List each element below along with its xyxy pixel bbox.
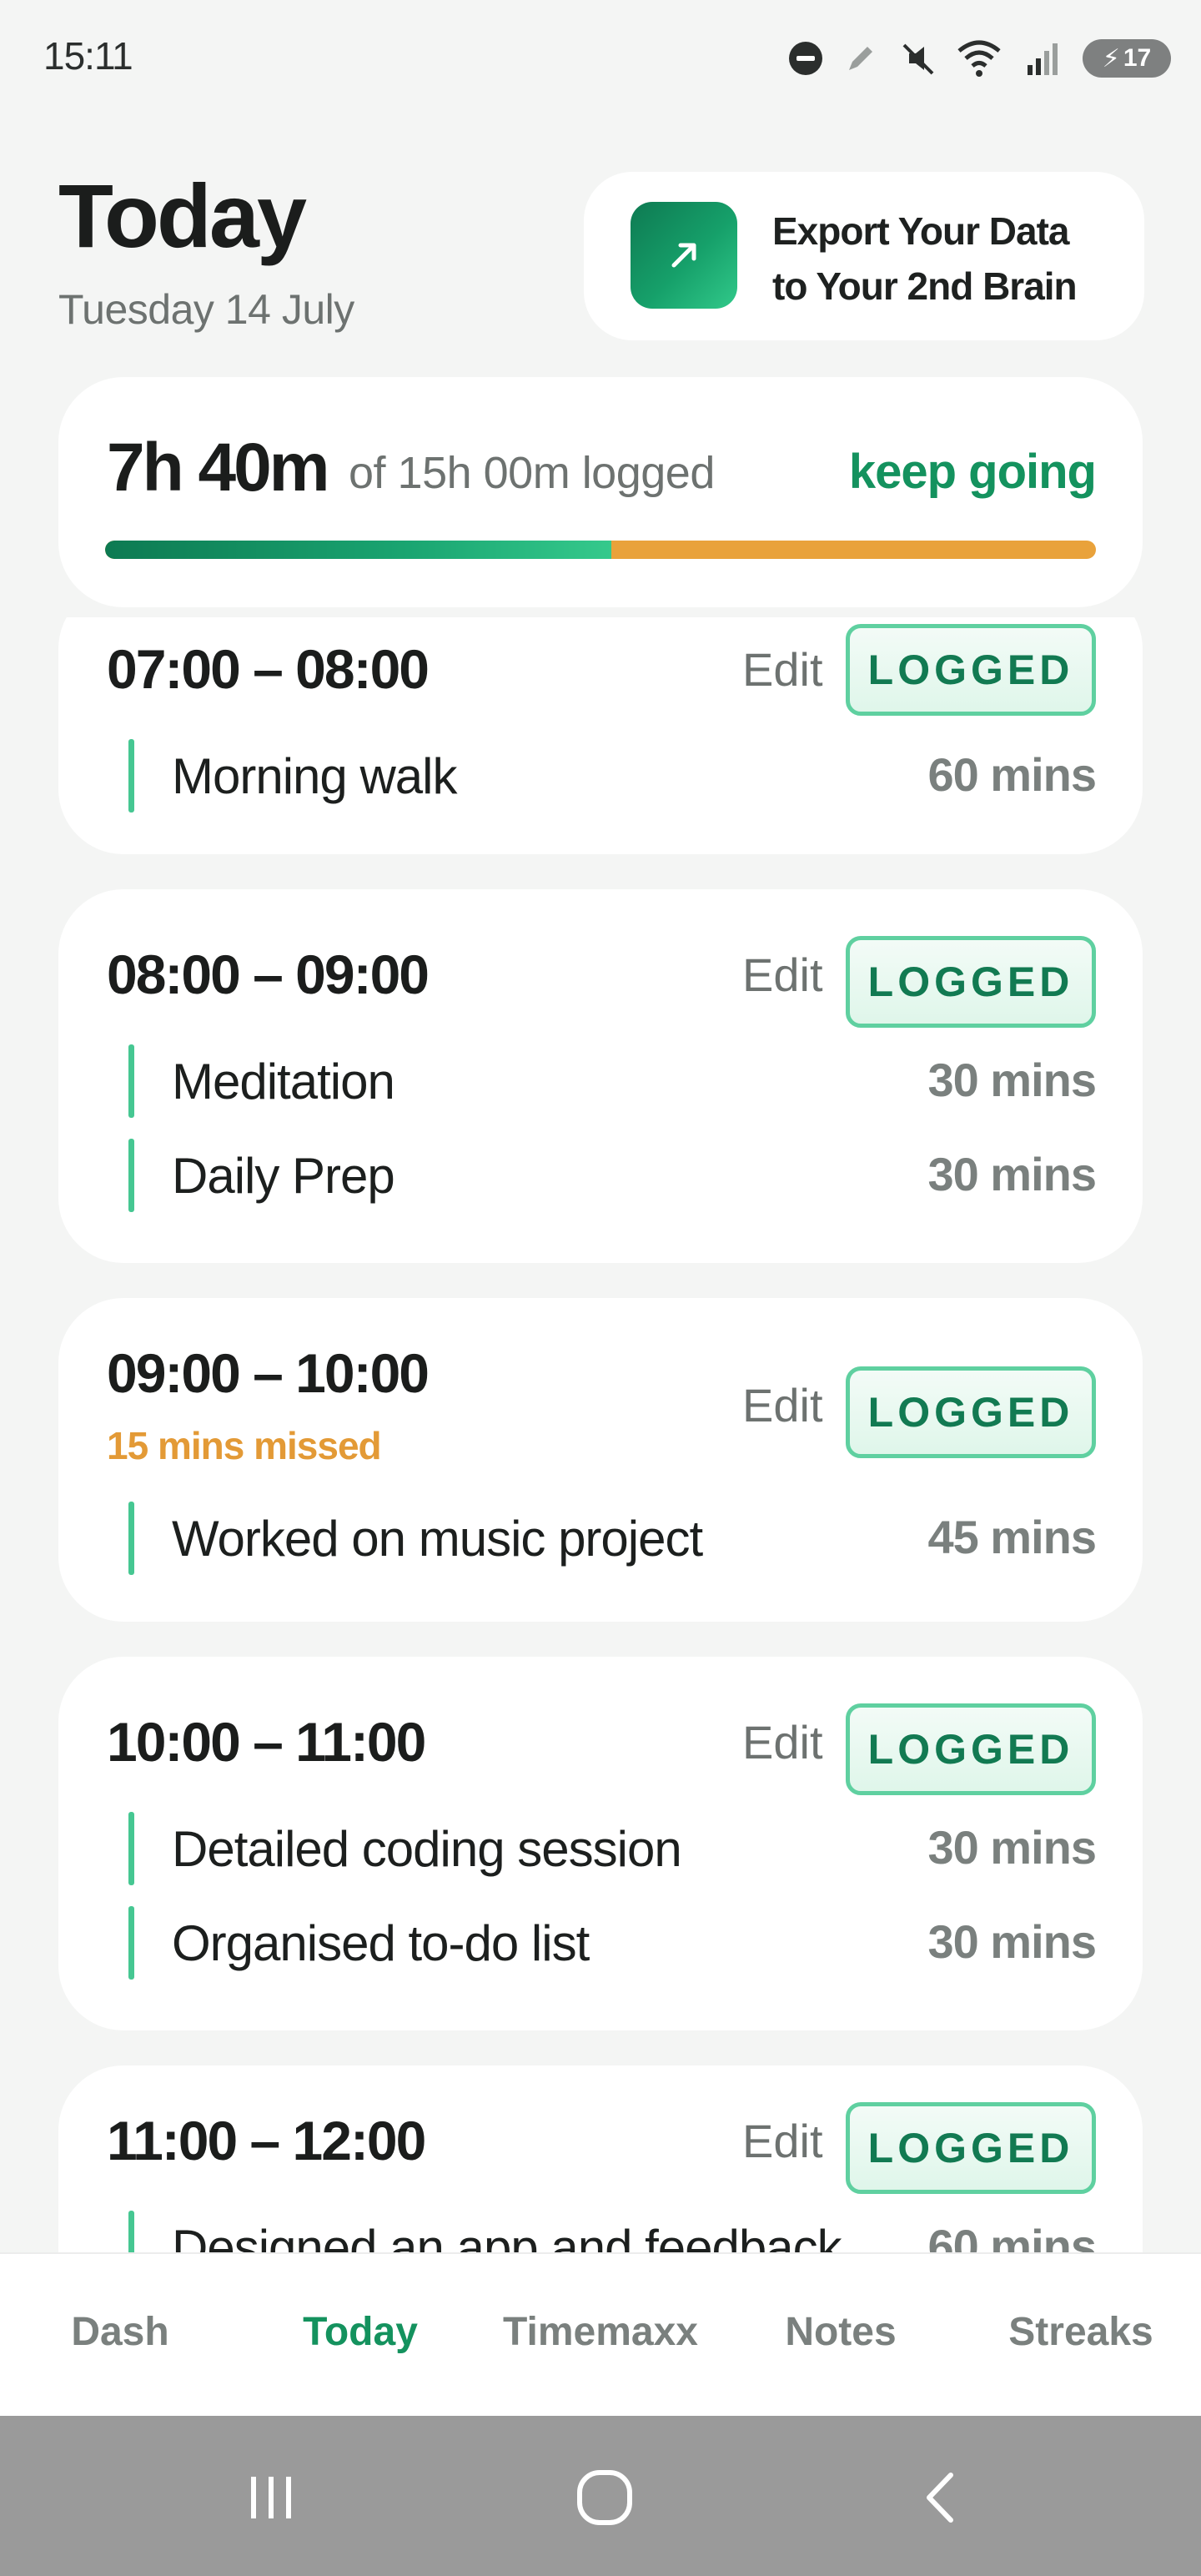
nav-streaks[interactable]: Streaks [961, 2309, 1201, 2355]
home-icon [577, 2470, 632, 2525]
entry-marker [128, 1906, 134, 1980]
time-range: 10:00 – 11:00 [107, 1711, 426, 1773]
edit-button[interactable]: Edit [742, 2114, 823, 2168]
entry-name: Meditation [172, 1054, 395, 1109]
logged-badge[interactable]: LOGGED [846, 1366, 1096, 1458]
log-entry[interactable]: Worked on music project 45 mins [128, 1498, 1097, 1578]
entry-duration: 45 mins [927, 1511, 1097, 1563]
export-icon-tile [631, 202, 737, 309]
entry-duration: 30 mins [927, 1148, 1097, 1200]
do-not-disturb-icon [789, 42, 822, 75]
log-entry[interactable]: Organised to-do list 30 mins [128, 1903, 1097, 1983]
progress-card: 7h 40m of 15h 00m logged keep going [58, 377, 1143, 607]
entry-name: Organised to-do list [172, 1915, 590, 1971]
back-button[interactable] [904, 2463, 979, 2533]
nav-dash[interactable]: Dash [0, 2309, 240, 2355]
entry-duration: 60 mins [927, 748, 1097, 801]
logged-badge[interactable]: LOGGED [846, 2102, 1096, 2194]
logged-target: of 15h 00m logged [349, 448, 715, 498]
log-entry[interactable]: Daily Prep 30 mins [128, 1135, 1097, 1215]
time-slot-card: 08:00 – 09:00 Edit LOGGED Meditation 30 … [58, 889, 1143, 1263]
entry-duration: 30 mins [927, 1821, 1097, 1874]
entry-marker [128, 1812, 134, 1885]
log-entry[interactable]: Detailed coding session 30 mins [128, 1809, 1097, 1889]
battery-icon: ⚡ 17 [1083, 39, 1171, 78]
time-slot-card: 10:00 – 11:00 Edit LOGGED Detailed codin… [58, 1657, 1143, 2030]
entry-duration: 30 mins [927, 1054, 1097, 1106]
entry-name: Detailed coding session [172, 1821, 682, 1877]
today-screen: 15:11 ⚡ 17 Today Tuesday 14 July Export … [0, 0, 1201, 2576]
wifi-icon [957, 40, 1001, 77]
entry-marker [128, 2211, 134, 2252]
recent-apps-icon [251, 2477, 291, 2518]
logged-badge[interactable]: LOGGED [846, 624, 1096, 716]
edit-button[interactable]: Edit [742, 1378, 823, 1432]
entry-name: Morning walk [172, 748, 457, 804]
page-date: Tuesday 14 July [58, 286, 354, 333]
edit-button[interactable]: Edit [742, 948, 823, 1002]
battery-level: 17 [1123, 44, 1152, 72]
export-data-button[interactable]: Export Your Data to Your 2nd Brain [584, 172, 1144, 340]
arrow-up-right-icon [671, 243, 696, 268]
page-title: Today [58, 165, 307, 266]
entry-marker [128, 1044, 134, 1118]
entry-name: Daily Prep [172, 1148, 395, 1204]
time-range: 09:00 – 10:00 [107, 1342, 430, 1404]
status-icons: ⚡ 17 [787, 37, 1171, 80]
logged-total: 7h 40m [107, 430, 330, 506]
logged-badge[interactable]: LOGGED [846, 936, 1096, 1028]
entry-marker [128, 1502, 134, 1575]
time-range: 11:00 – 12:00 [107, 2110, 426, 2171]
entry-name: Worked on music project [172, 1511, 703, 1567]
status-time: 15:11 [43, 34, 133, 78]
entry-name: Designed an app and feedback [172, 2220, 842, 2252]
export-label-line2: to Your 2nd Brain [772, 264, 1078, 308]
home-button[interactable] [567, 2463, 642, 2533]
entry-marker [128, 739, 134, 813]
progress-bar [105, 541, 1096, 559]
log-entry[interactable]: Designed an app and feedback 60 mins [128, 2207, 1097, 2252]
nav-today[interactable]: Today [240, 2309, 480, 2355]
edit-button[interactable]: Edit [742, 1715, 823, 1769]
time-range: 07:00 – 08:00 [107, 638, 430, 700]
time-slot-card: 09:00 – 10:00 15 mins missed Edit LOGGED… [58, 1298, 1143, 1622]
nav-notes[interactable]: Notes [721, 2309, 961, 2355]
entry-duration: 30 mins [927, 1915, 1097, 1968]
nav-timemaxx[interactable]: Timemaxx [480, 2309, 721, 2355]
timeline-list[interactable]: 07:00 – 08:00 Edit LOGGED Morning walk 6… [0, 617, 1201, 2252]
log-entry[interactable]: Meditation 30 mins [128, 1041, 1097, 1121]
export-label: Export Your Data to Your 2nd Brain [772, 204, 1131, 314]
progress-status: keep going [848, 445, 1097, 499]
recent-apps-button[interactable] [234, 2463, 309, 2533]
back-icon [927, 2473, 953, 2523]
mute-icon [902, 43, 934, 75]
edit-button[interactable]: Edit [742, 642, 823, 697]
logged-badge[interactable]: LOGGED [846, 1703, 1096, 1795]
progress-bar-fill [105, 541, 612, 559]
bottom-nav: Dash Today Timemaxx Notes Streaks [0, 2252, 1201, 2416]
system-nav-bar [0, 2416, 1201, 2576]
entry-marker [128, 1139, 134, 1212]
pen-icon [849, 47, 872, 70]
battery-bolt-icon: ⚡ [1102, 44, 1120, 73]
missed-warning: 15 mins missed [107, 1424, 382, 1467]
log-entry[interactable]: Morning walk 60 mins [128, 736, 1097, 816]
status-bar: 15:11 ⚡ 17 [0, 0, 1201, 117]
export-label-line1: Export Your Data [772, 209, 1069, 253]
time-slot-card: 11:00 – 12:00 Edit LOGGED Designed an ap… [58, 2065, 1143, 2252]
signal-icon [1028, 43, 1058, 75]
time-slot-card: 07:00 – 08:00 Edit LOGGED Morning walk 6… [58, 617, 1143, 854]
time-range: 08:00 – 09:00 [107, 943, 430, 1005]
entry-duration: 60 mins [927, 2220, 1097, 2252]
